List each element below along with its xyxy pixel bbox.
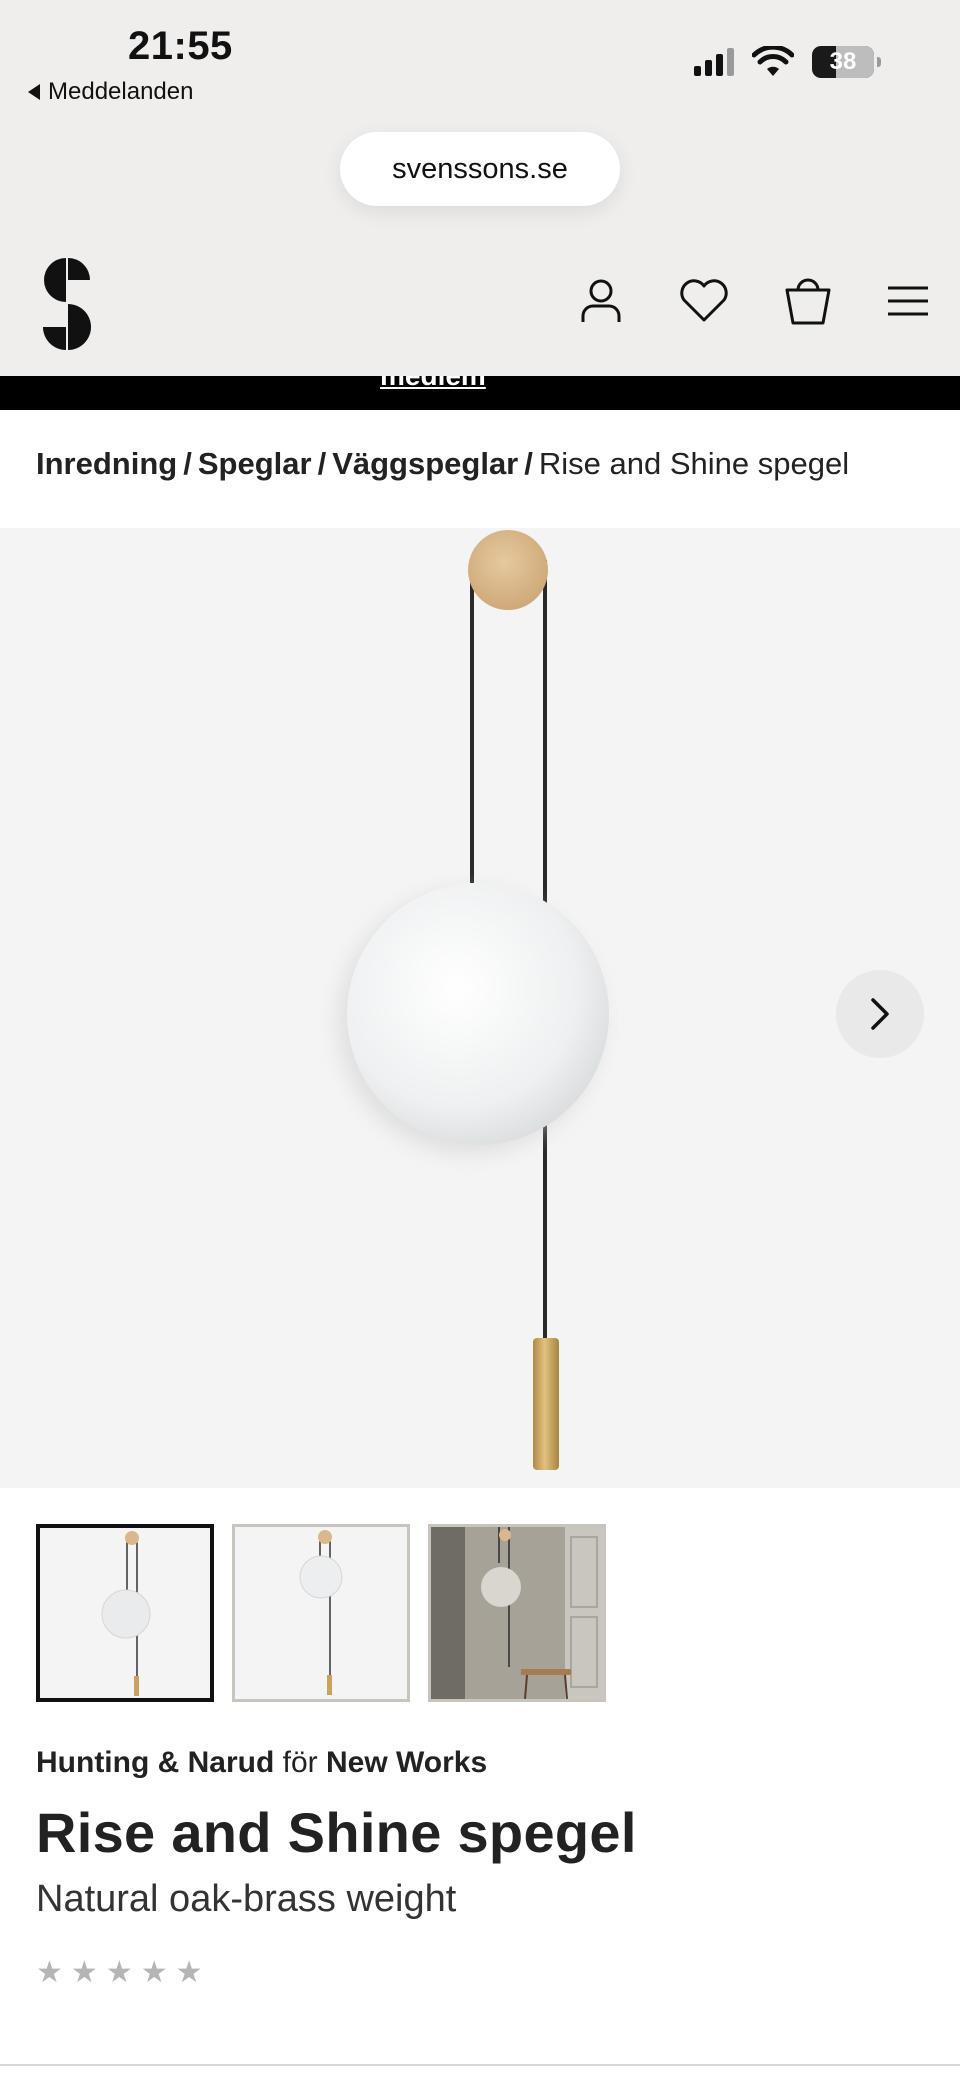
heart-icon[interactable] [678,278,730,324]
product-rating[interactable]: ★ ★ ★ ★ ★ [36,1958,203,1988]
battery-level: 38 [829,48,857,75]
back-to-app-link[interactable]: Meddelanden [28,78,193,106]
site-header [0,250,960,376]
promo-link[interactable]: medlem [380,376,486,392]
divider [0,2064,960,2066]
gallery-next-button[interactable] [836,970,924,1058]
product-title: Rise and Shine spegel [36,1801,637,1864]
status-icons: 38 [694,46,881,78]
star-icon: ★ [175,1956,203,1989]
breadcrumb-item-inredning[interactable]: Inredning [36,446,177,481]
battery-icon: 38 [812,46,881,78]
thumbnail-room-image [431,1527,603,1699]
status-time: 21:55 [128,24,233,68]
star-icon: ★ [105,1956,133,1989]
back-app-label: Meddelanden [48,78,194,105]
designer-link[interactable]: Hunting & Narud [36,1746,274,1779]
thumbnail-1[interactable] [36,1524,214,1702]
breadcrumb: Inredning / Speglar / Väggspeglar / Rise and S… [36,446,849,482]
wifi-icon [752,46,794,76]
product-brand-line: Hunting & Narud för New Works [36,1746,487,1780]
breadcrumb-current: Rise and Shine spegel [538,446,850,481]
chevron-right-icon [871,998,889,1030]
account-icon[interactable] [578,278,624,324]
brand-link[interactable]: New Works [326,1746,487,1779]
status-bar: 21:55 Meddelanden 38 [0,0,960,120]
header-icons [578,276,930,326]
star-icon: ★ [140,1956,168,1989]
address-bar[interactable]: svenssons.se [340,132,620,206]
svenssons-logo-icon[interactable] [34,258,100,350]
thumbnail-2[interactable] [232,1524,410,1702]
breadcrumb-separator: / [524,446,533,481]
breadcrumb-item-vaggspeglar[interactable]: Väggspeglar [332,446,518,481]
thumbnail-mirror-image [299,1530,343,1695]
breadcrumb-separator: / [183,446,192,481]
star-icon: ★ [70,1956,98,1989]
browser-bar: svenssons.se [0,120,960,250]
thumbnail-mirror-image [101,1531,151,1696]
cellular-signal-icon [694,48,734,76]
breadcrumb-separator: / [317,446,327,481]
product-image-main[interactable] [0,528,960,1488]
menu-icon[interactable] [886,283,930,319]
thumbnail-strip [36,1524,606,1702]
promo-banner: medlem [0,376,960,410]
product-variant: Natural oak-brass weight [36,1878,457,1920]
thumbnail-3[interactable] [428,1524,606,1702]
back-triangle-icon [28,84,40,100]
breadcrumb-item-speglar[interactable]: Speglar [198,446,312,481]
mirror-product-illustration [338,530,609,1470]
brand-connector: för [282,1746,318,1779]
basket-icon[interactable] [784,276,832,326]
star-icon: ★ [36,1956,63,1989]
